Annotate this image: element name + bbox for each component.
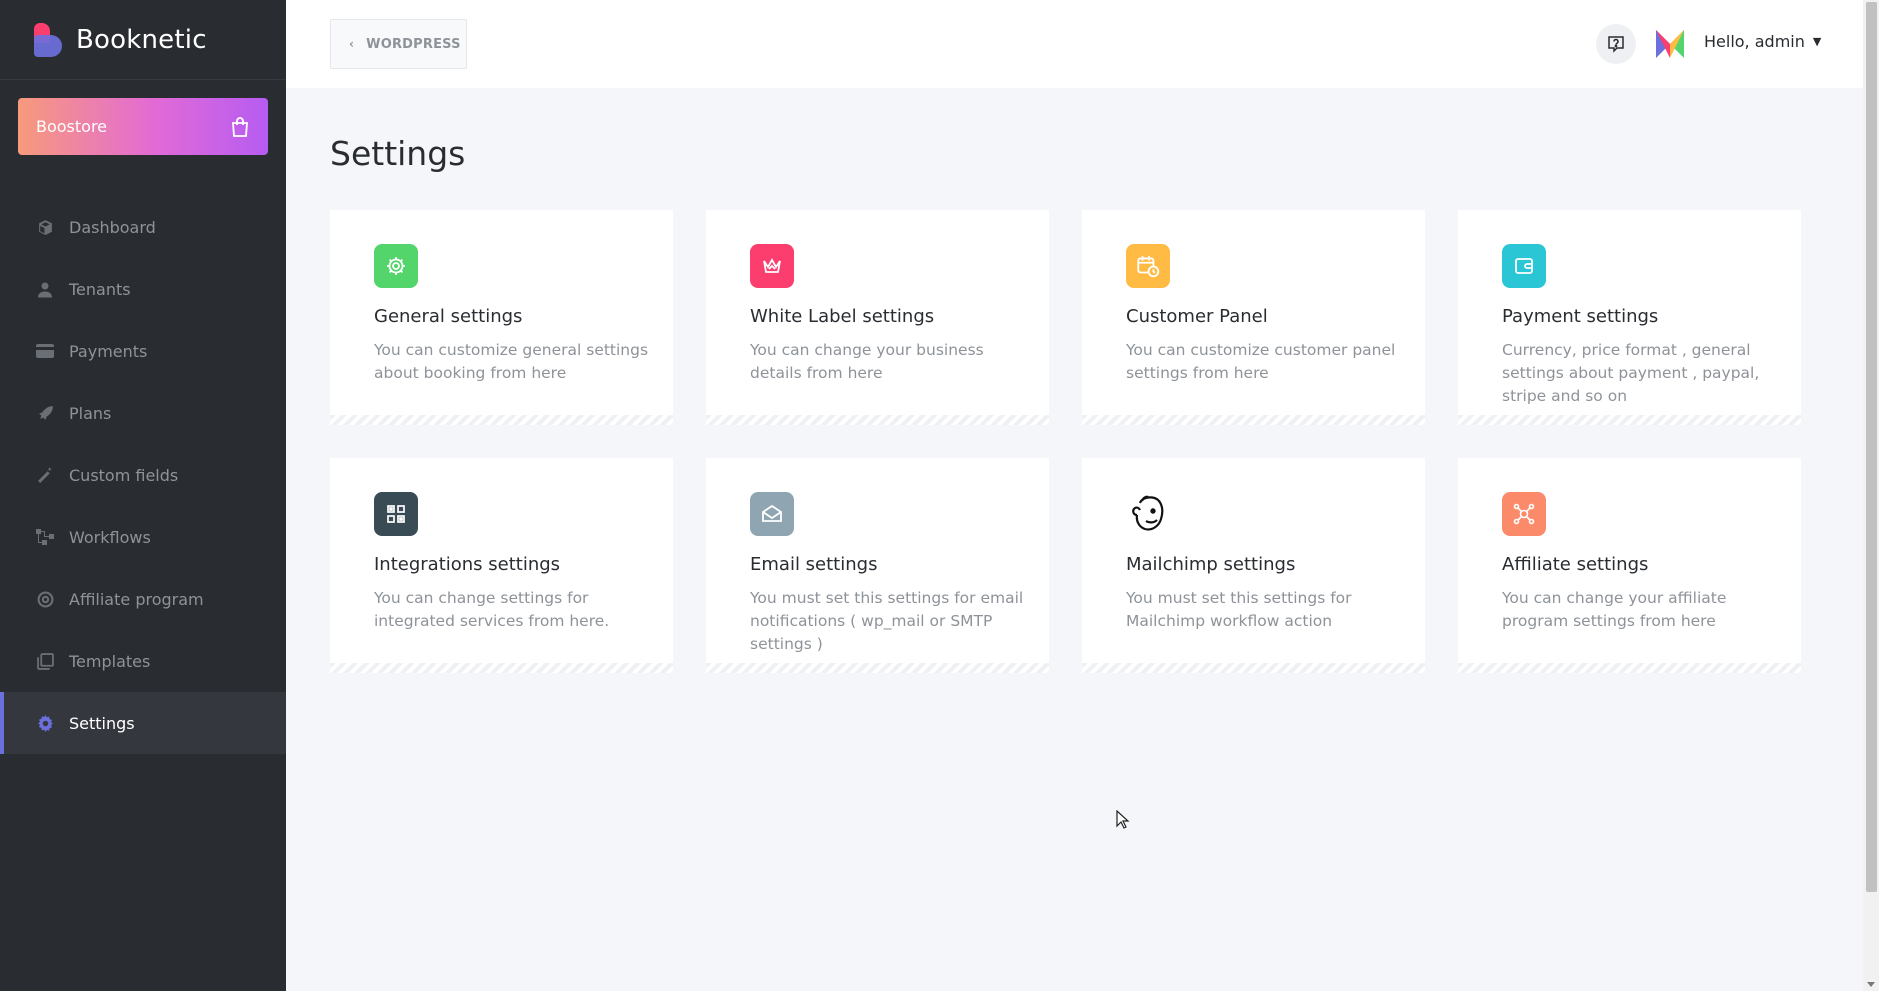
page-scrollbar[interactable]	[1863, 0, 1879, 991]
card-description: You can customize customer panel setting…	[1126, 341, 1396, 382]
card-white-label-settings[interactable]: White Label settings You can change your…	[706, 210, 1049, 425]
templates-icon	[36, 652, 54, 670]
chevron-down-icon: ▼	[1812, 35, 1822, 48]
sidebar-item-settings[interactable]: Settings	[0, 692, 286, 754]
integrations-icon	[374, 492, 418, 536]
card-description: You must set this settings for email not…	[750, 589, 1024, 653]
credit-card-icon	[36, 342, 54, 360]
chevron-left-icon: ‹	[349, 37, 355, 51]
sidebar-item-label: Payments	[69, 341, 148, 361]
sidebar-item-tenants[interactable]: Tenants	[0, 258, 286, 320]
sidebar-item-workflows[interactable]: Workflows	[0, 506, 286, 568]
sidebar-item-plans[interactable]: Plans	[0, 382, 286, 444]
card-title: Customer Panel	[1126, 306, 1268, 327]
sidebar-item-payments[interactable]: Payments	[0, 320, 286, 382]
sidebar-item-label: Templates	[69, 651, 151, 671]
gear-icon	[374, 244, 418, 288]
card-description: You can change your business details fro…	[750, 341, 984, 382]
workflow-icon	[36, 528, 54, 546]
card-title: White Label settings	[750, 306, 935, 327]
brand-name: Booknetic	[76, 24, 207, 55]
card-description: You can change settings for integrated s…	[374, 589, 610, 630]
card-title: General settings	[374, 306, 523, 327]
back-label: WORDPRESS	[366, 36, 461, 52]
card-payment-settings[interactable]: Payment settings Currency, price format …	[1458, 210, 1801, 425]
help-button[interactable]	[1596, 24, 1636, 64]
cube-icon	[36, 218, 54, 236]
top-header: ‹ WORDPRESS Hello, admin ▼	[286, 0, 1863, 88]
avatar[interactable]	[1654, 28, 1686, 60]
magic-wand-icon	[36, 466, 54, 484]
help-icon	[1608, 36, 1624, 53]
scrollbar-thumb[interactable]	[1866, 2, 1877, 892]
sidebar-item-label: Tenants	[69, 279, 131, 299]
card-description: You can change your affiliate program se…	[1502, 589, 1727, 630]
user-icon	[36, 280, 54, 298]
card-general-settings[interactable]: General settings You can customize gener…	[330, 210, 673, 425]
sidebar-item-templates[interactable]: Templates	[0, 630, 286, 692]
shopping-bag-icon	[232, 116, 248, 137]
wallet-icon	[1502, 244, 1546, 288]
boostore-label: Boostore	[36, 117, 108, 136]
sidebar-item-dashboard[interactable]: Dashboard	[0, 196, 286, 258]
card-description: Currency, price format , general setting…	[1502, 341, 1760, 405]
booknetic-logo-icon	[34, 21, 64, 59]
scroll-down-arrow-icon[interactable]	[1867, 982, 1875, 987]
gear-icon	[36, 714, 54, 732]
card-title: Mailchimp settings	[1126, 554, 1296, 575]
page-title: Settings	[330, 134, 466, 173]
sidebar-item-label: Custom fields	[69, 465, 179, 485]
sidebar-item-affiliate-program[interactable]: Affiliate program	[0, 568, 286, 630]
card-description: You must set this settings for Mailchimp…	[1126, 589, 1352, 630]
user-menu[interactable]: Hello, admin ▼	[1704, 32, 1821, 51]
brand[interactable]: Booknetic	[0, 0, 286, 80]
sidebar-item-label: Affiliate program	[69, 589, 204, 609]
card-title: Email settings	[750, 554, 878, 575]
card-customer-panel[interactable]: Customer Panel You can customize custome…	[1082, 210, 1425, 425]
card-title: Payment settings	[1502, 306, 1659, 327]
target-icon	[36, 590, 54, 608]
card-mailchimp-settings[interactable]: Mailchimp settings You must set this set…	[1082, 458, 1425, 673]
card-title: Affiliate settings	[1502, 554, 1649, 575]
card-integrations-settings[interactable]: Integrations settings You can change set…	[330, 458, 673, 673]
sidebar-nav: Dashboard Tenants Payments Plans Custom …	[0, 196, 286, 754]
mouse-cursor-icon	[1116, 810, 1130, 829]
sidebar-item-custom-fields[interactable]: Custom fields	[0, 444, 286, 506]
sidebar-item-label: Dashboard	[69, 217, 156, 237]
boostore-button[interactable]: Boostore	[18, 98, 268, 155]
affiliate-icon	[1502, 492, 1546, 536]
crown-icon	[750, 244, 794, 288]
card-title: Integrations settings	[374, 554, 561, 575]
rocket-icon	[36, 404, 54, 422]
card-email-settings[interactable]: Email settings You must set this setting…	[706, 458, 1049, 673]
calendar-clock-icon	[1126, 244, 1170, 288]
card-description: You can customize general settings about…	[374, 341, 649, 382]
sidebar: Booknetic Boostore Dashboard Tenants Pay…	[0, 0, 286, 991]
greeting-text: Hello, admin	[1704, 32, 1805, 51]
sidebar-item-label: Settings	[69, 713, 135, 733]
mailchimp-icon	[1126, 492, 1170, 536]
back-to-wordpress-button[interactable]: ‹ WORDPRESS	[330, 19, 467, 69]
envelope-icon	[750, 492, 794, 536]
card-affiliate-settings[interactable]: Affiliate settings You can change your a…	[1458, 458, 1801, 673]
sidebar-item-label: Workflows	[69, 527, 151, 547]
sidebar-item-label: Plans	[69, 403, 112, 423]
